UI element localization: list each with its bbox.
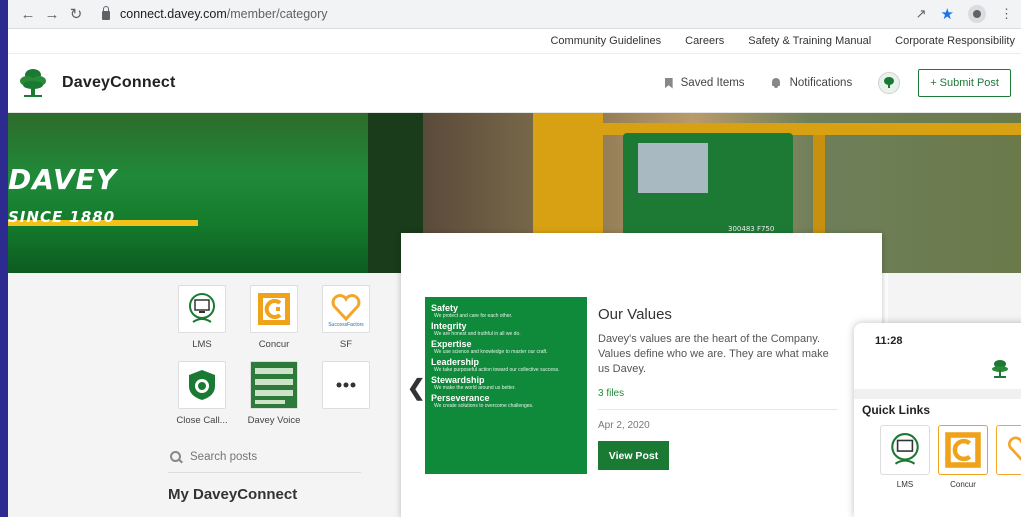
hero-brand-text: DAVEY: [8, 163, 118, 196]
search-input[interactable]: [190, 450, 350, 463]
value-heading: Integrity: [431, 321, 467, 331]
phone-app-lms[interactable]: LMS: [880, 425, 930, 489]
featured-post-card: ❮ Safety We protect and care for each ot…: [401, 233, 882, 517]
my-daveyconnect-heading: My DaveyConnect: [168, 486, 298, 503]
phone-app-concur[interactable]: Concur: [938, 425, 988, 489]
value-heading: Safety: [431, 303, 459, 313]
submit-post-button[interactable]: + Submit Post: [918, 69, 1011, 97]
app-label: Davey Voice: [247, 415, 301, 426]
search-posts[interactable]: [168, 441, 361, 473]
app-label: LMS: [192, 339, 212, 350]
back-arrow-icon[interactable]: ←: [16, 6, 40, 23]
phone-tree-logo-icon: [992, 360, 1008, 378]
concur-icon: [945, 432, 981, 468]
site-header: DaveyConnect Saved Items Notifications +…: [8, 54, 1021, 113]
app-label: SF: [339, 339, 353, 350]
phone-app-label: LMS: [896, 480, 914, 489]
lock-icon: [102, 5, 110, 20]
value-sub: We are honest and truthful in all we do.: [434, 331, 521, 337]
post-title: Our Values: [598, 306, 672, 323]
carousel-prev-chevron-icon[interactable]: ❮: [407, 375, 425, 401]
notifications-label: Notifications: [789, 77, 853, 89]
browser-toolbar: ← → ↻ connect.davey.com/member/category …: [8, 0, 1021, 29]
lms-icon: [189, 293, 215, 323]
menu-dots-icon[interactable]: ⋮: [1000, 6, 1013, 22]
svg-text:SuccessFactors: SuccessFactors: [328, 322, 364, 328]
mobile-app-preview: 11:28 Quick Links LMS Concur: [854, 323, 1021, 517]
site-name[interactable]: DaveyConnect: [62, 74, 176, 92]
truck-tag: 300483 F750: [728, 225, 775, 233]
view-post-button[interactable]: View Post: [598, 441, 669, 470]
post-description: Davey's values are the heart of the Comp…: [598, 333, 829, 375]
hero-since-text: SINCE 1880: [8, 208, 116, 226]
profile-icon[interactable]: [968, 5, 986, 23]
successfactors-icon: [1008, 436, 1021, 461]
bookmark-icon: [664, 77, 673, 89]
value-sub: We make the world around us better.: [434, 385, 516, 391]
truck-image-left: DAVEY SINCE 1880: [8, 113, 423, 273]
post-date: Apr 2, 2020: [598, 420, 650, 431]
saved-items-link[interactable]: Saved Items: [664, 77, 745, 89]
forward-arrow-icon[interactable]: →: [40, 6, 64, 23]
address-bar[interactable]: connect.davey.com/member/category: [102, 5, 328, 21]
app-tile-lms[interactable]: LMS: [166, 285, 238, 350]
avatar-tree-icon: [884, 77, 895, 88]
value-sub: We use science and knowledge to master o…: [434, 349, 548, 355]
davey-tree-logo-icon[interactable]: [18, 66, 48, 100]
successfactors-icon: SuccessFactors: [328, 294, 364, 328]
close-call-icon: [189, 370, 215, 400]
value-heading: Stewardship: [431, 375, 485, 385]
url-host: connect.davey.com: [120, 7, 227, 21]
phone-app-label: Concur: [950, 480, 976, 489]
bell-icon: [771, 77, 781, 89]
browser-window: ← → ↻ connect.davey.com/member/category …: [8, 0, 1021, 517]
app-tile-sf[interactable]: SuccessFactors SF: [310, 285, 382, 350]
app-label: Close Call...: [176, 415, 228, 426]
more-icon: [336, 382, 356, 388]
value-heading: Perseverance: [431, 393, 490, 403]
quick-links-title: Quick Links: [862, 403, 931, 417]
left-sidebar: LMS Concur SuccessFactors SF Close Call.…: [8, 273, 408, 517]
notifications-link[interactable]: Notifications: [771, 77, 853, 89]
bookmark-star-icon[interactable]: ★: [941, 5, 954, 23]
link-community-guidelines[interactable]: Community Guidelines: [550, 35, 661, 47]
app-tile-more[interactable]: [310, 361, 382, 426]
link-safety-training-manual[interactable]: Safety & Training Manual: [748, 35, 871, 47]
share-icon[interactable]: ↗: [916, 6, 927, 22]
phone-app-sf[interactable]: [996, 425, 1021, 489]
value-heading: Expertise: [431, 339, 472, 349]
post-files-link[interactable]: 3 files: [598, 388, 624, 399]
search-icon: [170, 450, 182, 463]
app-tile-concur[interactable]: Concur: [238, 285, 310, 350]
values-image: Safety We protect and care for each othe…: [425, 297, 587, 474]
quick-apps-grid: LMS Concur SuccessFactors SF Close Call.…: [166, 285, 382, 426]
lms-icon: [891, 433, 919, 465]
phone-time: 11:28: [875, 335, 903, 347]
saved-items-label: Saved Items: [680, 77, 745, 89]
phone-quick-links: LMS Concur: [880, 425, 1021, 489]
app-tile-davey-voice[interactable]: Davey Voice: [238, 361, 310, 426]
url-path: /member/category: [226, 7, 328, 21]
value-sub: We create solutions to overcome challeng…: [434, 403, 534, 409]
app-label: Concur: [258, 339, 290, 350]
reload-icon[interactable]: ↻: [64, 5, 88, 23]
value-sub: We protect and care for each other.: [434, 313, 513, 319]
link-careers[interactable]: Careers: [685, 35, 724, 47]
value-sub: We take purposeful action toward our col…: [434, 367, 560, 373]
davey-voice-icon: [251, 362, 297, 408]
link-corporate-responsibility[interactable]: Corporate Responsibility: [895, 35, 1015, 47]
value-heading: Leadership: [431, 357, 480, 367]
user-avatar[interactable]: [878, 72, 901, 94]
concur-icon: [258, 293, 290, 325]
divider: [598, 409, 838, 410]
app-tile-close-call[interactable]: Close Call...: [166, 361, 238, 426]
utility-nav: Community Guidelines Careers Safety & Tr…: [8, 29, 1021, 54]
